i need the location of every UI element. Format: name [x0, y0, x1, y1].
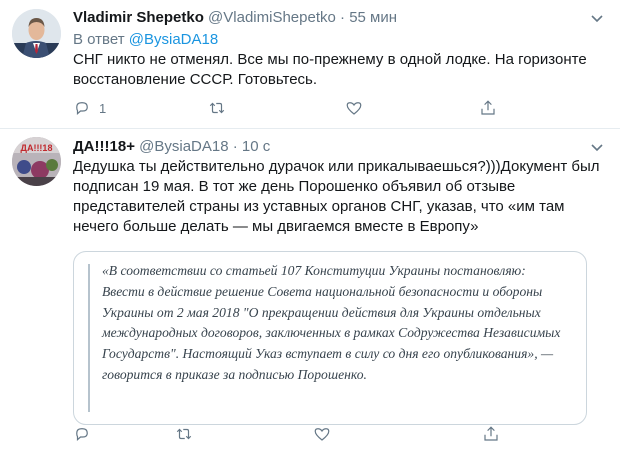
- quote-block[interactable]: «В соответствии со статьей 107 Конституц…: [73, 251, 587, 425]
- svg-text:ДА!!!18: ДА!!!18: [21, 143, 53, 153]
- tweet-bysiada18[interactable]: ДА!!!18 ДА!!!18+ @BysiaDA18 · 10 с Дедуш…: [0, 129, 620, 452]
- tweet-header: Vladimir Shepetko @VladimiShepetko · 55 …: [73, 8, 606, 28]
- like-button[interactable]: [313, 424, 331, 444]
- separator: ·: [340, 9, 346, 26]
- reply-prefix: В ответ: [73, 31, 125, 48]
- heart-icon: [314, 428, 330, 441]
- heart-icon: [346, 102, 362, 115]
- tweet-actions: [73, 424, 606, 444]
- reply-button[interactable]: 1: [73, 98, 106, 118]
- quote-bar: [88, 264, 90, 412]
- reply-count: 1: [99, 100, 107, 116]
- author-name[interactable]: Vladimir Shepetko: [73, 9, 204, 26]
- reply-button[interactable]: [73, 424, 91, 444]
- share-icon: [484, 426, 498, 441]
- avatar[interactable]: ДА!!!18: [12, 137, 61, 186]
- author-name[interactable]: ДА!!!18+: [73, 138, 135, 155]
- reply-context: В ответ @BysiaDA18: [73, 30, 606, 50]
- author-handle[interactable]: @BysiaDA18: [139, 138, 228, 155]
- quote-text: «В соответствии со статьей 107 Конституц…: [102, 263, 561, 382]
- share-button[interactable]: [482, 424, 500, 444]
- retweet-icon: [209, 102, 225, 114]
- timestamp[interactable]: 10 с: [242, 138, 270, 155]
- timestamp[interactable]: 55 мин: [349, 9, 397, 26]
- tweet-text: СНГ никто не отменял. Все мы по-прежнему…: [73, 51, 587, 88]
- separator: ·: [232, 138, 238, 155]
- reply-icon: [76, 102, 88, 115]
- retweet-button[interactable]: [208, 98, 226, 118]
- retweet-button[interactable]: [175, 424, 193, 444]
- author-handle[interactable]: @VladimiShepetko: [208, 9, 336, 26]
- share-button[interactable]: [479, 98, 497, 118]
- chevron-down-icon[interactable]: [588, 12, 606, 26]
- retweet-icon: [176, 428, 192, 440]
- chevron-down-icon[interactable]: [588, 141, 606, 155]
- avatar[interactable]: [12, 9, 61, 58]
- tweet-actions: 1: [73, 98, 606, 118]
- tweet-vladimir-shepetko[interactable]: Vladimir Shepetko @VladimiShepetko · 55 …: [0, 0, 620, 129]
- tweet-text: Дедушка ты действительно дурачок или при…: [73, 158, 600, 235]
- share-icon: [481, 100, 495, 115]
- reply-mention-link[interactable]: @BysiaDA18: [129, 31, 218, 48]
- reply-icon: [76, 428, 88, 441]
- tweet-header: ДА!!!18+ @BysiaDA18 · 10 с: [73, 137, 606, 157]
- like-button[interactable]: [345, 98, 363, 118]
